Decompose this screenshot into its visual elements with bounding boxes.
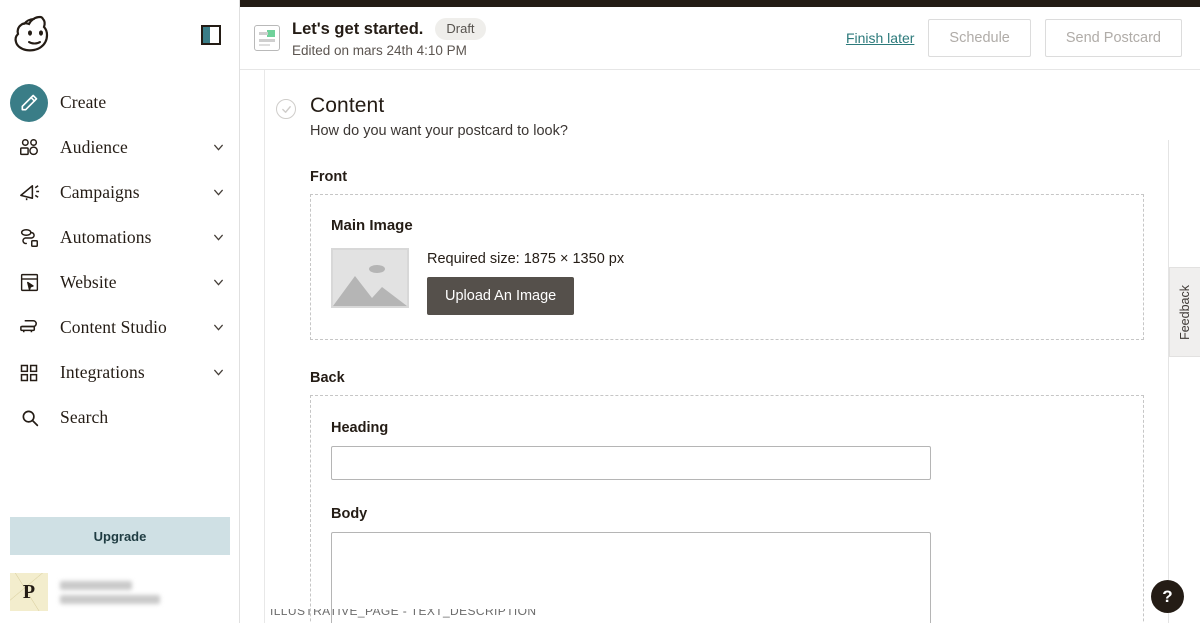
automation-flow-icon bbox=[10, 219, 48, 257]
website-cursor-icon bbox=[10, 264, 48, 302]
finish-later-link[interactable]: Finish later bbox=[846, 30, 914, 46]
sidebar-item-website[interactable]: Website bbox=[0, 260, 239, 305]
sidebar-header bbox=[0, 0, 239, 70]
top-dark-bar bbox=[240, 0, 1200, 7]
edited-timestamp: Edited on mars 24th 4:10 PM bbox=[292, 43, 467, 58]
left-gutter-divider bbox=[264, 70, 265, 623]
heading-input[interactable] bbox=[331, 446, 931, 480]
sidebar-item-content-studio[interactable]: Content Studio bbox=[0, 305, 239, 350]
grid-squares-icon bbox=[10, 354, 48, 392]
status-badge: Draft bbox=[435, 18, 486, 40]
upgrade-button[interactable]: Upgrade bbox=[10, 517, 230, 555]
feedback-tab[interactable]: Feedback bbox=[1169, 267, 1200, 357]
clipped-bottom-text: ILLUSTRATIVE_PAGE - TEXT_DESCRIPTION bbox=[270, 609, 1200, 623]
content-scroll-region[interactable]: Content How do you want your postcard to… bbox=[240, 70, 1200, 623]
sidebar-item-automations[interactable]: Automations bbox=[0, 215, 239, 260]
panel-collapse-icon[interactable] bbox=[201, 25, 221, 45]
avatar-initial: P bbox=[22, 580, 36, 603]
profile-email-redacted bbox=[60, 594, 160, 604]
pencil-icon bbox=[10, 83, 48, 122]
header-actions: Finish later Schedule Send Postcard bbox=[846, 19, 1182, 57]
help-label: ? bbox=[1162, 586, 1173, 606]
section-title: Content bbox=[310, 94, 385, 117]
chevron-down-icon[interactable] bbox=[212, 141, 225, 154]
profile-name-redacted bbox=[60, 580, 132, 590]
sidebar-item-label: Audience bbox=[60, 137, 128, 157]
upload-image-button[interactable]: Upload An Image bbox=[427, 277, 575, 315]
user-profile[interactable]: P bbox=[0, 565, 240, 623]
chevron-down-icon[interactable] bbox=[212, 276, 225, 289]
front-label: Front bbox=[310, 169, 348, 185]
main-image-title: Main Image bbox=[331, 217, 413, 234]
sidebar-item-integrations[interactable]: Integrations bbox=[0, 350, 239, 395]
main-area: Let's get started. Draft Edited on mars … bbox=[240, 0, 1200, 623]
chevron-down-icon[interactable] bbox=[212, 321, 225, 334]
postcard-icon bbox=[254, 25, 280, 51]
sidebar-item-label: Website bbox=[60, 272, 117, 292]
page-title: Let's get started. bbox=[292, 19, 424, 38]
page-header: Let's get started. Draft Edited on mars … bbox=[240, 7, 1200, 70]
sidebar-item-create[interactable]: Create bbox=[0, 80, 239, 125]
image-placeholder-icon bbox=[331, 248, 409, 308]
send-postcard-button[interactable]: Send Postcard bbox=[1044, 19, 1182, 57]
content-section-header: Content How do you want your postcard to… bbox=[240, 86, 1200, 139]
required-size-text: Required size: 1875 × 1350 px bbox=[427, 251, 625, 267]
body-field-label: Body bbox=[331, 506, 368, 522]
sidebar-item-campaigns[interactable]: Campaigns bbox=[0, 170, 239, 215]
sidebar-item-label: Campaigns bbox=[60, 182, 140, 202]
megaphone-icon bbox=[10, 174, 48, 212]
mailchimp-freddie-logo[interactable] bbox=[10, 13, 58, 57]
sidebar-item-search[interactable]: Search bbox=[0, 395, 239, 440]
header-text: Let's get started. Draft Edited on mars … bbox=[292, 18, 846, 58]
section-subtitle: How do you want your postcard to look? bbox=[310, 123, 568, 139]
profile-text bbox=[60, 580, 160, 604]
content-blocks: Front Main Image Required size: 1875 × 1… bbox=[240, 169, 1200, 623]
feedback-label: Feedback bbox=[1178, 284, 1192, 340]
help-button[interactable]: ? bbox=[1151, 580, 1184, 613]
chevron-down-icon[interactable] bbox=[212, 366, 225, 379]
back-label: Back bbox=[310, 370, 345, 386]
people-icon bbox=[10, 129, 48, 167]
heading-field-label: Heading bbox=[331, 420, 389, 436]
front-panel: Main Image Required size: 1875 × 1350 px… bbox=[310, 194, 1144, 340]
app-root: Create Audience Campaigns Automations We… bbox=[0, 0, 1200, 623]
sidebar-item-audience[interactable]: Audience bbox=[0, 125, 239, 170]
content-inner: Content How do you want your postcard to… bbox=[240, 70, 1200, 623]
sidebar-footer: Upgrade P bbox=[0, 517, 240, 623]
sidebar: Create Audience Campaigns Automations We… bbox=[0, 0, 240, 623]
chevron-down-icon[interactable] bbox=[212, 231, 225, 244]
right-rail-divider bbox=[1168, 140, 1169, 623]
back-panel: Heading Body bbox=[310, 395, 1144, 623]
sidebar-item-label: Content Studio bbox=[60, 317, 167, 337]
sidebar-nav: Create Audience Campaigns Automations We… bbox=[0, 70, 239, 440]
check-circle-icon bbox=[276, 99, 296, 119]
sidebar-item-label: Create bbox=[60, 92, 107, 112]
sidebar-item-label: Search bbox=[60, 407, 109, 427]
content-studio-icon bbox=[10, 309, 48, 347]
avatar: P bbox=[10, 573, 48, 611]
sidebar-item-label: Automations bbox=[60, 227, 152, 247]
sidebar-item-label: Integrations bbox=[60, 362, 145, 382]
search-icon bbox=[10, 399, 48, 437]
chevron-down-icon[interactable] bbox=[212, 186, 225, 199]
clipped-label: ILLUSTRATIVE_PAGE - TEXT_DESCRIPTION bbox=[270, 609, 537, 618]
schedule-button[interactable]: Schedule bbox=[928, 19, 1031, 57]
